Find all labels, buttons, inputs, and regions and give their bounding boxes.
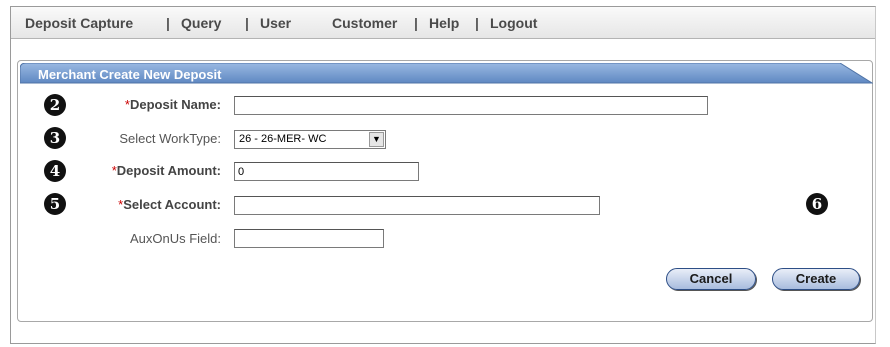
worktype-select[interactable]: 26 - 26-MER- WC ▼: [234, 130, 386, 149]
callout-6: 6: [806, 193, 828, 215]
select-account-input[interactable]: [234, 196, 600, 215]
deposit-amount-label: *Deposit Amount:: [111, 163, 221, 178]
nav-user[interactable]: User: [260, 15, 291, 31]
cancel-button[interactable]: Cancel: [666, 268, 756, 290]
nav-separator: |: [166, 15, 170, 31]
dropdown-arrow-icon[interactable]: ▼: [369, 132, 384, 147]
form-title: Merchant Create New Deposit: [38, 67, 222, 82]
create-button[interactable]: Create: [772, 268, 860, 290]
callout-2: 2: [44, 94, 66, 116]
deposit-name-label: *Deposit Name:: [124, 97, 221, 112]
nav-deposit-capture[interactable]: Deposit Capture: [25, 15, 133, 31]
callout-5: 5: [44, 193, 66, 215]
nav-separator: |: [475, 15, 479, 31]
nav-separator: |: [414, 15, 418, 31]
nav-help[interactable]: Help: [429, 15, 459, 31]
worktype-label: Select WorkType:: [119, 131, 221, 146]
deposit-name-input[interactable]: [234, 96, 708, 115]
select-account-label: *Select Account:: [118, 197, 221, 212]
auxonus-input[interactable]: [234, 229, 384, 248]
nav-logout[interactable]: Logout: [490, 15, 537, 31]
callout-3: 3: [44, 127, 66, 149]
top-navigation-bar: Deposit Capture | Query | User Customer …: [11, 7, 875, 39]
nav-customer[interactable]: Customer: [332, 15, 397, 31]
auxonus-label: AuxOnUs Field:: [129, 231, 221, 246]
deposit-amount-input[interactable]: [234, 162, 419, 181]
nav-separator: |: [245, 15, 249, 31]
worktype-selected-value: 26 - 26-MER- WC: [239, 133, 327, 145]
callout-4: 4: [44, 160, 66, 182]
nav-query[interactable]: Query: [181, 15, 221, 31]
